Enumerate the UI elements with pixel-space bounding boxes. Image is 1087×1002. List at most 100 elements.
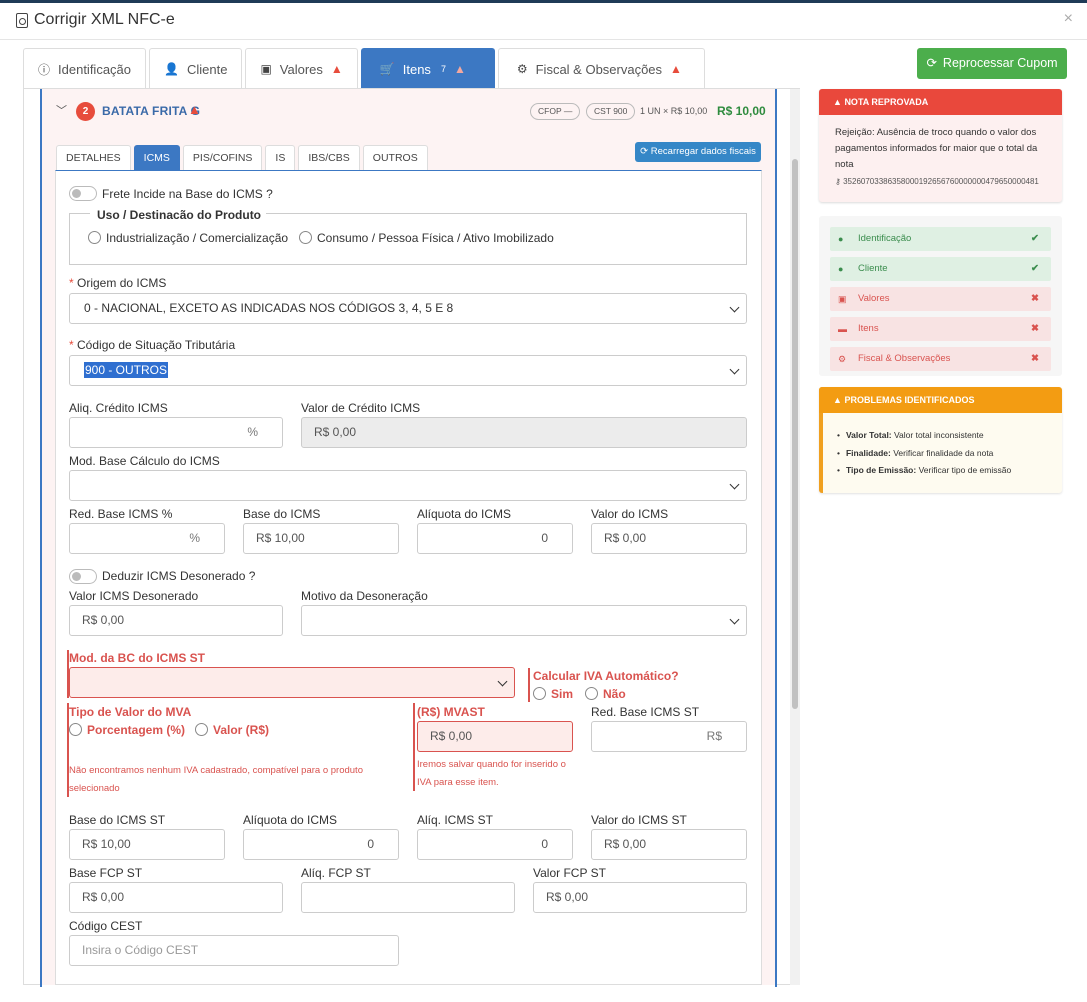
problem-item: Tipo de Emissão: Verificar tipo de emiss… bbox=[837, 462, 1062, 480]
radio-icon[interactable] bbox=[299, 231, 312, 244]
uso-option-industrializacao[interactable]: Industrialização / Comercialização bbox=[88, 231, 288, 245]
close-button[interactable]: × bbox=[1064, 10, 1073, 28]
fieldset-border bbox=[266, 213, 746, 214]
aliq-icms-input[interactable]: 0 bbox=[417, 523, 573, 554]
uso-option-consumo[interactable]: Consumo / Pessoa Física / Ativo Imobiliz… bbox=[299, 231, 554, 245]
main-tabs: ⓘ Identificação 👤 Cliente ▣ Valores ▲ 🛒 Itens… bbox=[23, 48, 708, 89]
check-fiscal[interactable]: ⚙ Fiscal & Observações ✖ bbox=[830, 347, 1051, 371]
money-icon: ▣ bbox=[838, 294, 847, 304]
valor-st-label: Valor do ICMS ST bbox=[591, 813, 687, 827]
mvast-label: (R$) MVAST bbox=[417, 705, 485, 719]
cart-icon: ▬ bbox=[838, 324, 847, 334]
cst-select[interactable]: 900 - OUTROS bbox=[69, 355, 747, 386]
radio-icon[interactable] bbox=[69, 723, 82, 736]
problem-item: Valor Total: Valor total inconsistente bbox=[837, 427, 1062, 445]
mod-bc-st-select[interactable] bbox=[69, 667, 515, 698]
tab-itens[interactable]: 🛒 Itens 7 ▲ bbox=[360, 48, 495, 89]
check-valores[interactable]: ▣ Valores ✖ bbox=[830, 287, 1051, 311]
subtab-outros[interactable]: OUTROS bbox=[362, 145, 428, 171]
cest-input[interactable]: Insira o Código CEST bbox=[69, 935, 399, 966]
valor-credito-input: R$ 0,00 bbox=[301, 417, 747, 448]
money-icon: ▣ bbox=[260, 62, 272, 76]
origem-select[interactable]: 0 - NACIONAL, EXCETO AS INDICADAS NOS CÓ… bbox=[69, 293, 747, 324]
radio-icon[interactable] bbox=[585, 687, 598, 700]
cst-label: * Código de Situação Tributária bbox=[69, 338, 236, 352]
nota-header: ▲ NOTA REPROVADA bbox=[819, 89, 1062, 115]
refresh-icon: ⟳ bbox=[926, 56, 937, 70]
motivo-select[interactable] bbox=[301, 605, 747, 636]
valor-desonerado-input[interactable]: R$ 0,00 bbox=[69, 605, 283, 636]
aliq-credito-label: Aliq. Crédito ICMS bbox=[69, 401, 168, 415]
check-identificacao[interactable]: ● Identificação ✔ bbox=[830, 227, 1051, 251]
red-base-input[interactable]: % bbox=[69, 523, 225, 554]
valor-fcp-input[interactable]: R$ 0,00 bbox=[533, 882, 747, 913]
problems-list: Valor Total: Valor total inconsistente F… bbox=[823, 413, 1062, 480]
item-header[interactable]: ﹀ 2 BATATA FRITA G ▲ CFOP — CST 900 1 UN… bbox=[42, 89, 775, 133]
tab-identificacao[interactable]: ⓘ Identificação bbox=[23, 48, 147, 89]
check-itens[interactable]: ▬ Itens ✖ bbox=[830, 317, 1051, 341]
aliq-fcp-input[interactable] bbox=[301, 882, 515, 913]
key-icon: ⚷ bbox=[835, 177, 841, 186]
subtab-pis-cofins[interactable]: PIS/COFINS bbox=[182, 145, 263, 171]
valor-icms-input[interactable]: R$ 0,00 bbox=[591, 523, 747, 554]
x-icon: ✖ bbox=[1031, 293, 1039, 304]
reload-fiscal-button[interactable]: ⟳ Recarregar dados fiscais bbox=[635, 142, 761, 162]
tab-valores[interactable]: ▣ Valores ▲ bbox=[245, 48, 358, 89]
item-quantity: 1 UN × R$ 10,00 bbox=[640, 106, 708, 116]
valor-icms-label: Valor do ICMS bbox=[591, 507, 669, 521]
mva-valor-option[interactable]: Valor (R$) bbox=[195, 723, 269, 737]
aliq-credito-input[interactable]: % bbox=[69, 417, 283, 448]
check-cliente[interactable]: ● Cliente ✔ bbox=[830, 257, 1051, 281]
tab-cliente[interactable]: 👤 Cliente bbox=[149, 48, 243, 89]
warning-icon: ▲ bbox=[330, 62, 343, 76]
warning-icon: ▲ bbox=[188, 102, 201, 117]
aliq-icms-st-row-label: Alíquota do ICMS bbox=[243, 813, 338, 827]
subtab-is[interactable]: IS bbox=[265, 145, 296, 171]
aliq-icms-st-row-input[interactable]: 0 bbox=[243, 829, 399, 860]
tab-fiscal[interactable]: ⚙ Fiscal & Observações ▲ bbox=[497, 48, 705, 89]
radio-icon[interactable] bbox=[88, 231, 101, 244]
subtab-icms[interactable]: ICMS bbox=[133, 145, 180, 171]
chevron-down-icon[interactable]: ﹀ bbox=[56, 102, 67, 118]
base-fcp-input[interactable]: R$ 0,00 bbox=[69, 882, 283, 913]
cfop-badge: CFOP — bbox=[530, 103, 581, 120]
mva-error-message: Não encontramos nenhum IVA cadastrado, c… bbox=[69, 765, 363, 794]
subtab-detalhes[interactable]: DETALHES bbox=[56, 145, 131, 171]
base-icms-input[interactable]: R$ 10,00 bbox=[243, 523, 399, 554]
warning-icon: ▲ bbox=[833, 97, 842, 107]
deduzir-toggle[interactable] bbox=[69, 569, 97, 584]
base-st-input[interactable]: R$ 10,00 bbox=[69, 829, 225, 860]
scrollbar-thumb[interactable] bbox=[792, 159, 798, 709]
motivo-label: Motivo da Desoneração bbox=[301, 589, 428, 603]
scrollbar[interactable] bbox=[790, 89, 800, 985]
aliq-st-input[interactable]: 0 bbox=[417, 829, 573, 860]
reprocess-button[interactable]: ⟳ Reprocessar Cupom bbox=[917, 48, 1067, 79]
problems-panel: ▲ PROBLEMAS IDENTIFICADOS Valor Total: V… bbox=[819, 387, 1062, 493]
frete-toggle[interactable] bbox=[69, 186, 97, 201]
refresh-icon: ⟳ bbox=[640, 146, 649, 157]
cst-badge: CST 900 bbox=[586, 103, 636, 120]
frete-label: Frete Incide na Base do ICMS ? bbox=[102, 187, 273, 201]
iva-nao-option[interactable]: Não bbox=[585, 687, 626, 701]
valor-desonerado-label: Valor ICMS Desonerado bbox=[69, 589, 199, 603]
mva-porcentagem-option[interactable]: Porcentagem (%) bbox=[69, 723, 185, 737]
mvast-input[interactable]: R$ 0,00 bbox=[417, 721, 573, 752]
subtab-ibs-cbs[interactable]: IBS/CBS bbox=[298, 145, 360, 171]
mod-base-select[interactable] bbox=[69, 470, 747, 501]
sub-tabs: DETALHES ICMS PIS/COFINS IS IBS/CBS OUTR… bbox=[56, 145, 431, 171]
warning-icon: ▲ bbox=[833, 395, 842, 405]
user-icon: ● bbox=[838, 264, 844, 274]
radio-icon[interactable] bbox=[533, 687, 546, 700]
iva-sim-option[interactable]: Sim bbox=[533, 687, 573, 701]
cart-icon: 🛒 bbox=[379, 62, 395, 76]
red-base-st-input[interactable]: R$ bbox=[591, 721, 747, 752]
x-icon: ✖ bbox=[1031, 353, 1039, 364]
base-fcp-label: Base FCP ST bbox=[69, 866, 143, 880]
cest-label: Código CEST bbox=[69, 919, 143, 933]
problems-header: ▲ PROBLEMAS IDENTIFICADOS bbox=[819, 387, 1062, 413]
valor-st-input[interactable]: R$ 0,00 bbox=[591, 829, 747, 860]
deduzir-label: Deduzir ICMS Desonerado ? bbox=[102, 569, 256, 583]
item-total: R$ 10,00 bbox=[717, 104, 766, 118]
radio-icon[interactable] bbox=[195, 723, 208, 736]
gears-icon: ⚙ bbox=[838, 354, 847, 364]
